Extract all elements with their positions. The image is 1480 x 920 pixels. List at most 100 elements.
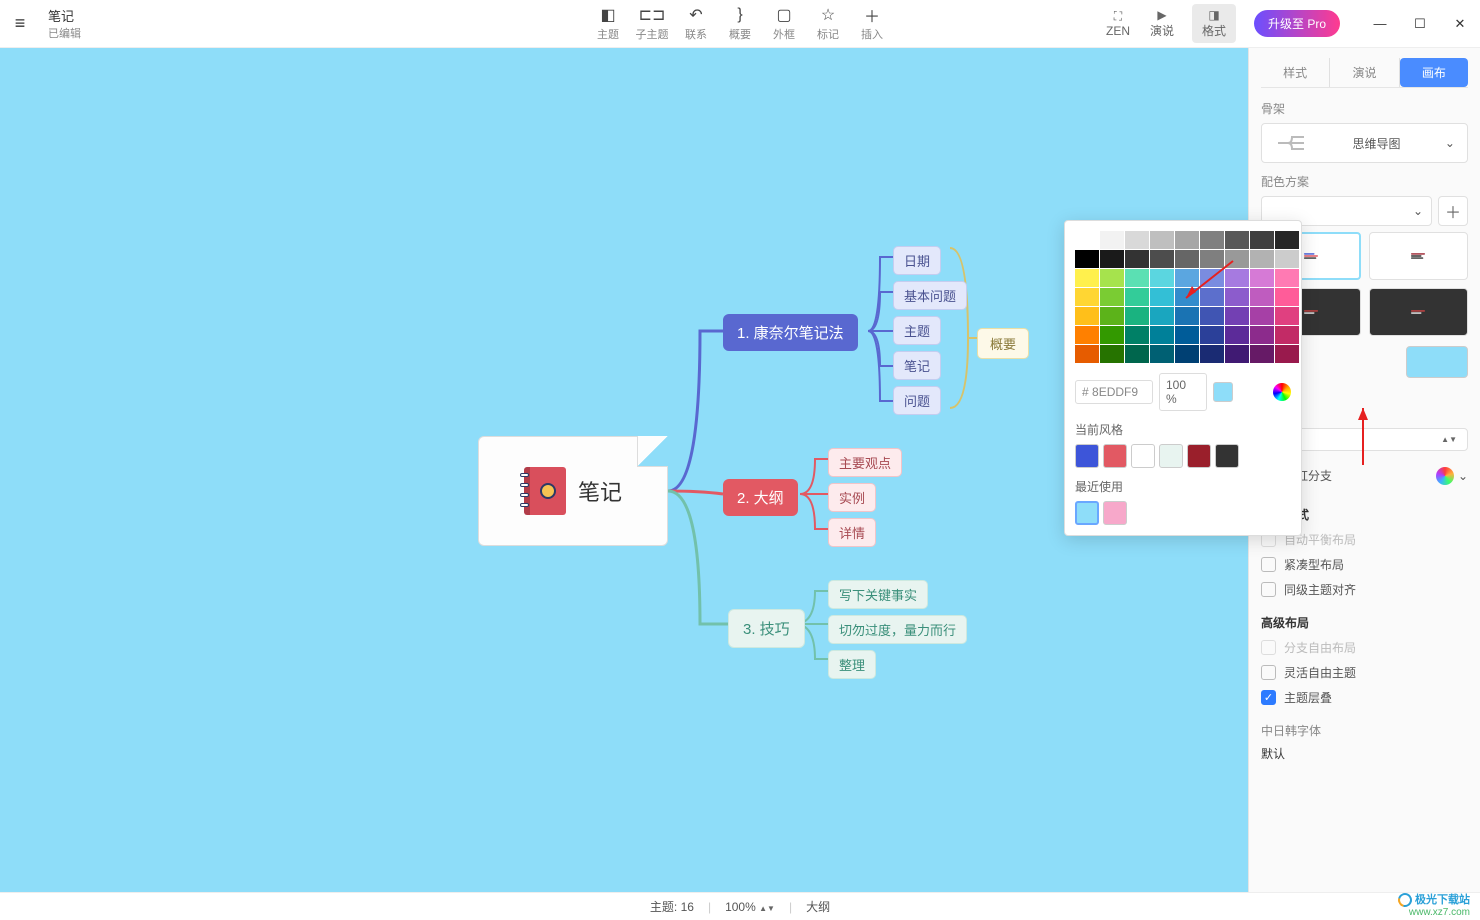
opacity-input[interactable]: 100 % [1159,373,1207,411]
leaf-topic[interactable]: 实例 [828,483,876,512]
color-swatch[interactable] [1100,307,1124,325]
color-swatch[interactable] [1100,288,1124,306]
skeleton-select[interactable]: 思维导图 ⌄ [1261,123,1468,163]
color-swatch[interactable] [1175,307,1199,325]
color-swatch[interactable] [1075,250,1099,268]
window-close[interactable]: ✕ [1440,9,1480,39]
color-swatch[interactable] [1200,326,1224,344]
color-swatch[interactable] [1275,307,1299,325]
style-color-swatch[interactable] [1075,444,1099,468]
color-swatch[interactable] [1200,231,1224,249]
style-color-swatch[interactable] [1159,444,1183,468]
chevron-down-icon[interactable]: ⌄ [1458,469,1468,483]
color-swatch[interactable] [1075,326,1099,344]
color-swatch[interactable] [1100,269,1124,287]
color-swatch[interactable] [1175,250,1199,268]
color-swatch[interactable] [1250,231,1274,249]
color-swatch[interactable] [1275,345,1299,363]
branch-topic-3[interactable]: 3. 技巧 [728,609,805,648]
window-maximize[interactable]: ☐ [1400,9,1440,39]
color-swatch[interactable] [1225,250,1249,268]
free-topic-checkbox[interactable]: 灵活自由主题 [1261,664,1468,681]
style-color-swatch[interactable] [1103,444,1127,468]
toolbar-marker[interactable]: ☆标记 [806,2,850,46]
toolbar-summary[interactable]: }概要 [718,2,762,46]
tab-style[interactable]: 样式 [1261,58,1329,87]
theme-preset[interactable] [1369,288,1469,336]
color-swatch[interactable] [1075,307,1099,325]
color-swatch[interactable] [1175,288,1199,306]
toolbar-insert[interactable]: ＋插入 [850,2,894,46]
color-swatch[interactable] [1200,269,1224,287]
color-swatch[interactable] [1075,345,1099,363]
toolbar-subtopic[interactable]: ⊏⊐子主题 [630,2,674,46]
upgrade-pro-button[interactable]: 升级至 Pro [1254,10,1340,37]
color-swatch[interactable] [1150,288,1174,306]
color-swatch[interactable] [1150,250,1174,268]
window-minimize[interactable]: — [1360,9,1400,39]
style-color-swatch[interactable] [1131,444,1155,468]
color-swatch[interactable] [1075,288,1099,306]
color-swatch[interactable] [1225,288,1249,306]
mindmap-canvas[interactable]: 笔记 1. 康奈尔笔记法 2. 大纲 3. 技巧 日期 基本问题 主题 笔记 问… [0,48,1248,892]
leaf-topic[interactable]: 基本问题 [893,281,967,310]
color-swatch[interactable] [1225,231,1249,249]
compact-layout-checkbox[interactable]: 紧凑型布局 [1261,556,1468,573]
leaf-topic[interactable]: 主要观点 [828,448,902,477]
color-swatch[interactable] [1250,269,1274,287]
color-swatch[interactable] [1250,288,1274,306]
zoom-level[interactable]: 100% ▲▼ [725,900,775,914]
hex-input[interactable]: # 8EDDF9 [1075,380,1153,404]
color-swatch[interactable] [1100,231,1124,249]
color-swatch[interactable] [1075,269,1099,287]
color-swatch[interactable] [1200,288,1224,306]
color-swatch[interactable] [1250,326,1274,344]
color-swatch[interactable] [1200,307,1224,325]
color-swatch[interactable] [1125,269,1149,287]
color-swatch[interactable] [1150,345,1174,363]
branch-topic-1[interactable]: 1. 康奈尔笔记法 [723,314,858,351]
color-swatch[interactable] [1250,307,1274,325]
color-swatch[interactable] [1175,269,1199,287]
color-swatch[interactable] [1225,326,1249,344]
add-color-scheme-button[interactable]: ＋ [1438,196,1468,226]
color-swatch[interactable] [1125,345,1149,363]
branch-topic-2[interactable]: 2. 大纲 [723,479,798,516]
tab-canvas[interactable]: 画布 [1400,58,1468,87]
color-swatch[interactable] [1250,345,1274,363]
leaf-topic[interactable]: 切勿过度，量力而行 [828,615,967,644]
style-color-swatch[interactable] [1187,444,1211,468]
leaf-topic[interactable]: 主题 [893,316,941,345]
color-swatch[interactable] [1125,288,1149,306]
toolbar-boundary[interactable]: ▢外框 [762,2,806,46]
color-swatch[interactable] [1125,307,1149,325]
color-swatch[interactable] [1175,326,1199,344]
leaf-topic[interactable]: 问题 [893,386,941,415]
leaf-topic[interactable]: 详情 [828,518,876,547]
color-swatch[interactable] [1250,250,1274,268]
color-swatch[interactable] [1175,231,1199,249]
toolbar-zen[interactable]: ⛶ZEN [1096,9,1140,38]
summary-topic[interactable]: 概要 [977,328,1029,359]
color-swatch[interactable] [1150,326,1174,344]
leaf-topic[interactable]: 整理 [828,650,876,679]
style-color-swatch[interactable] [1215,444,1239,468]
recent-color-swatch[interactable] [1103,501,1127,525]
tab-present[interactable]: 演说 [1329,58,1399,87]
toolbar-relation[interactable]: ↶联系 [674,2,718,46]
color-swatch[interactable] [1200,250,1224,268]
color-swatch[interactable] [1125,326,1149,344]
color-swatch[interactable] [1275,326,1299,344]
background-color-swatch[interactable] [1406,346,1468,378]
recent-color-swatch[interactable] [1075,501,1099,525]
color-swatch[interactable] [1125,250,1149,268]
color-swatch[interactable] [1150,269,1174,287]
leaf-topic[interactable]: 笔记 [893,351,941,380]
color-swatch[interactable] [1225,307,1249,325]
color-swatch[interactable] [1150,307,1174,325]
theme-preset[interactable] [1369,232,1469,280]
color-swatch[interactable] [1100,250,1124,268]
color-swatch[interactable] [1125,231,1149,249]
align-sibling-checkbox[interactable]: 同级主题对齐 [1261,581,1468,598]
root-topic[interactable]: 笔记 [478,436,668,546]
